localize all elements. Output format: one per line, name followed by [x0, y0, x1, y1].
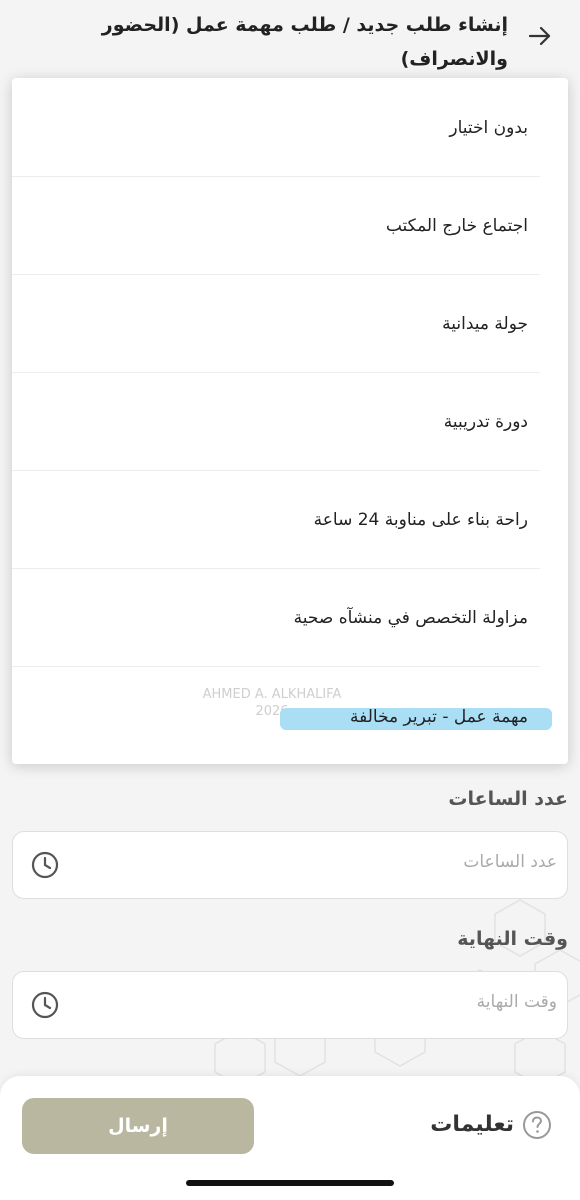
option-health-facility-practice[interactable]: مزاولة التخصص في منشآه صحية	[294, 608, 528, 628]
option-no-selection[interactable]: بدون اختيار	[449, 118, 528, 138]
divider	[12, 372, 540, 373]
hours-input[interactable]: عدد الساعات	[12, 831, 568, 899]
divider	[12, 568, 540, 569]
bottom-bar: إرسال تعليمات	[0, 1076, 580, 1200]
task-type-dropdown: بدون اختيار اجتماع خارج المكتب جولة ميدا…	[12, 78, 568, 764]
header: إنشاء طلب جديد / طلب مهمة عمل (الحضور وا…	[0, 0, 580, 80]
watermark-name: AHMED A. ALKHALIFA	[202, 687, 342, 702]
hours-placeholder: عدد الساعات	[463, 852, 557, 872]
divider	[12, 470, 540, 471]
instructions-label[interactable]: تعليمات	[430, 1112, 514, 1137]
hours-label: عدد الساعات	[448, 788, 568, 810]
page-title: إنشاء طلب جديد / طلب مهمة عمل (الحضور وا…	[101, 14, 508, 70]
divider	[12, 274, 540, 275]
home-indicator	[186, 1180, 394, 1186]
divider	[12, 176, 540, 177]
end-time-label: وقت النهاية	[457, 928, 568, 950]
end-time-placeholder: وقت النهاية	[476, 992, 557, 1012]
question-circle-icon[interactable]	[522, 1110, 552, 1140]
clock-icon[interactable]	[31, 851, 59, 879]
option-violation-justification[interactable]: مهمة عمل - تبرير مخالفة	[350, 707, 528, 727]
back-arrow-icon[interactable]	[526, 22, 554, 50]
submit-button[interactable]: إرسال	[22, 1098, 254, 1154]
option-shift-rest[interactable]: راحة بناء على مناوبة 24 ساعة	[314, 510, 528, 530]
divider	[12, 666, 540, 667]
option-offsite-meeting[interactable]: اجتماع خارج المكتب	[386, 216, 528, 236]
option-training-course[interactable]: دورة تدريبية	[444, 412, 528, 432]
end-time-input[interactable]: وقت النهاية	[12, 971, 568, 1039]
clock-icon[interactable]	[31, 991, 59, 1019]
option-field-tour[interactable]: جولة ميدانية	[442, 314, 528, 334]
